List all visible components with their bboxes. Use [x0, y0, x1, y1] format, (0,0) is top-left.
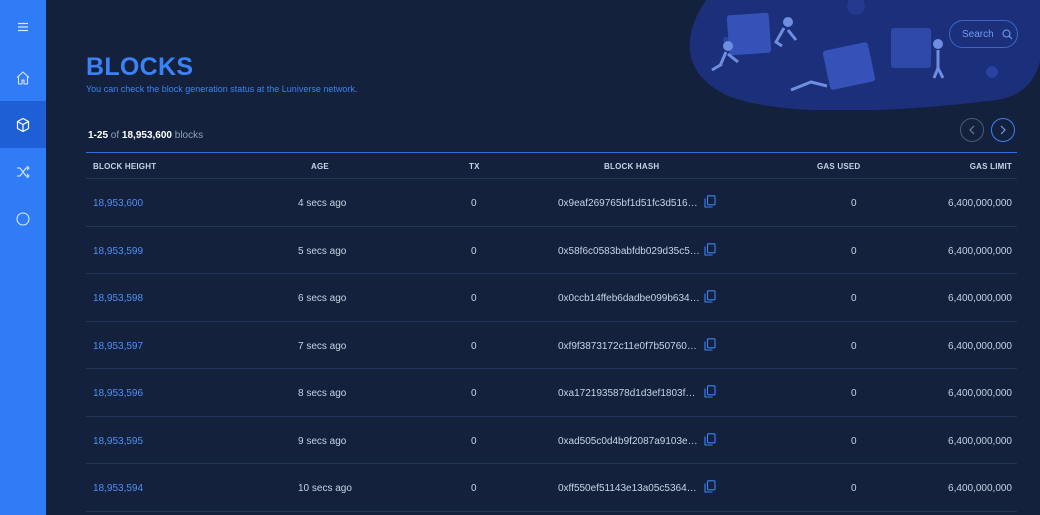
column-header-block-hash: BLOCK HASH [604, 162, 660, 171]
copy-hash-button[interactable] [704, 480, 716, 498]
block-age: 8 secs ago [298, 388, 347, 399]
copy-icon [704, 432, 716, 446]
block-age: 4 secs ago [298, 198, 347, 209]
sidebar-item-circle[interactable] [0, 195, 46, 242]
table-row: 18,953,596 8 secs ago 0 0xa1721935878d1d… [86, 369, 1017, 417]
copy-icon [704, 242, 716, 256]
copy-hash-button[interactable] [704, 337, 716, 356]
search-button-label: Search [962, 28, 994, 40]
page-subtitle: You can check the block generation statu… [86, 84, 358, 94]
tx-count: 0 [471, 340, 477, 352]
sidebar-item-home[interactable] [0, 54, 46, 101]
block-height-link[interactable]: 18,953,595 [93, 436, 143, 447]
sidebar-item-blocks[interactable] [0, 101, 46, 148]
copy-hash-button[interactable] [704, 385, 716, 403]
table-row: 18,953,599 5 secs ago 0 0x58f6c0583babfd… [86, 227, 1017, 274]
table-body: 18,953,600 4 secs ago 0 0x9eaf269765bf1d… [86, 179, 1017, 512]
unit-text: blocks [174, 130, 204, 141]
sidebar-item-transactions[interactable] [0, 148, 46, 195]
block-hash: 0xad505c0d4b9f2087a9103ede... [558, 435, 700, 447]
prev-page-button[interactable] [960, 118, 984, 142]
hamburger-menu-icon [18, 22, 28, 32]
cube-icon [16, 117, 30, 132]
copy-icon [704, 195, 716, 208]
gas-used: 0 [851, 483, 857, 494]
gas-limit: 6,400,000,000 [948, 388, 1012, 399]
gas-limit: 6,400,000,000 [948, 293, 1012, 304]
block-age: 10 secs ago [298, 483, 352, 494]
block-height-link[interactable]: 18,953,600 [93, 198, 143, 209]
tx-count: 0 [471, 435, 477, 447]
gas-limit: 6,400,000,000 [948, 435, 1012, 447]
total-count: 18,953,600 [121, 130, 172, 141]
search-button[interactable]: Search [949, 20, 1018, 48]
blocks-table: BLOCK HEIGHT AGE TX BLOCK HASH GAS USED … [86, 152, 1017, 512]
copy-icon [704, 385, 716, 398]
gas-limit: 6,400,000,000 [948, 245, 1012, 257]
gas-used: 0 [851, 245, 857, 257]
chevron-left-icon [969, 125, 975, 135]
block-height-link[interactable]: 18,953,599 [93, 246, 143, 257]
home-icon [16, 70, 30, 85]
range-text: 1-25 [88, 130, 109, 141]
of-text: of [110, 130, 120, 141]
table-header: BLOCK HEIGHT AGE TX BLOCK HASH GAS USED … [86, 152, 1017, 179]
block-hash: 0x58f6c0583babfdb029d35c56... [558, 245, 700, 257]
table-row: 18,953,595 9 secs ago 0 0xad505c0d4b9f20… [86, 417, 1017, 464]
table-row: 18,953,597 7 secs ago 0 0xf9f3873172c11e… [86, 322, 1017, 369]
menu-button[interactable] [0, 4, 46, 50]
copy-hash-button[interactable] [704, 290, 716, 308]
column-header-block-height: BLOCK HEIGHT [93, 162, 157, 171]
block-hash: 0xff550ef51143e13a05c53648... [558, 483, 700, 494]
block-height-link[interactable]: 18,953,594 [93, 483, 143, 494]
table-row: 18,953,594 10 secs ago 0 0xff550ef51143e… [86, 464, 1017, 512]
block-height-link[interactable]: 18,953,597 [93, 341, 143, 352]
search-icon [1002, 28, 1013, 39]
block-hash: 0x9eaf269765bf1d51fc3d5166... [558, 198, 700, 209]
gas-used: 0 [851, 435, 857, 447]
circle-icon [16, 211, 30, 226]
copy-hash-button[interactable] [704, 432, 716, 451]
block-age: 9 secs ago [298, 435, 347, 447]
block-hash: 0xa1721935878d1d3ef1803f83... [558, 388, 700, 399]
copy-hash-button[interactable] [704, 242, 716, 261]
block-age: 7 secs ago [298, 340, 347, 352]
gas-limit: 6,400,000,000 [948, 340, 1012, 352]
main-content: Search BLOCKS You can check the block ge… [46, 0, 1040, 515]
copy-icon [704, 480, 716, 493]
tx-count: 0 [471, 198, 477, 209]
tx-count: 0 [471, 483, 477, 494]
block-hash: 0xf9f3873172c11e0f7b507607... [558, 340, 700, 352]
copy-icon [704, 290, 716, 303]
block-height-link[interactable]: 18,953,598 [93, 293, 143, 304]
column-header-tx: TX [469, 162, 480, 171]
page-title: BLOCKS [86, 53, 194, 81]
sidebar [0, 0, 46, 515]
hero-illustration [689, 0, 1040, 110]
tx-count: 0 [471, 388, 477, 399]
gas-used: 0 [851, 198, 857, 209]
copy-icon [704, 337, 716, 351]
tx-count: 0 [471, 245, 477, 257]
gas-used: 0 [851, 340, 857, 352]
gas-used: 0 [851, 293, 857, 304]
chevron-right-icon [1000, 125, 1006, 135]
tx-count: 0 [471, 293, 477, 304]
next-page-button[interactable] [991, 118, 1015, 142]
table-row: 18,953,600 4 secs ago 0 0x9eaf269765bf1d… [86, 179, 1017, 227]
block-age: 6 secs ago [298, 293, 347, 304]
column-header-age: AGE [311, 162, 329, 171]
block-height-link[interactable]: 18,953,596 [93, 388, 143, 399]
block-count-summary: 1-25 of 18,953,600 blocks [88, 130, 203, 141]
copy-hash-button[interactable] [704, 195, 716, 213]
gas-limit: 6,400,000,000 [948, 198, 1012, 209]
gas-used: 0 [851, 388, 857, 399]
shuffle-icon [17, 165, 30, 178]
block-hash: 0x0ccb14ffeb6dadbe099b634b... [558, 293, 700, 304]
table-row: 18,953,598 6 secs ago 0 0x0ccb14ffeb6dad… [86, 274, 1017, 322]
column-header-gas-used: GAS USED [817, 162, 861, 171]
block-age: 5 secs ago [298, 245, 347, 257]
gas-limit: 6,400,000,000 [948, 483, 1012, 494]
column-header-gas-limit: GAS LIMIT [969, 162, 1012, 171]
